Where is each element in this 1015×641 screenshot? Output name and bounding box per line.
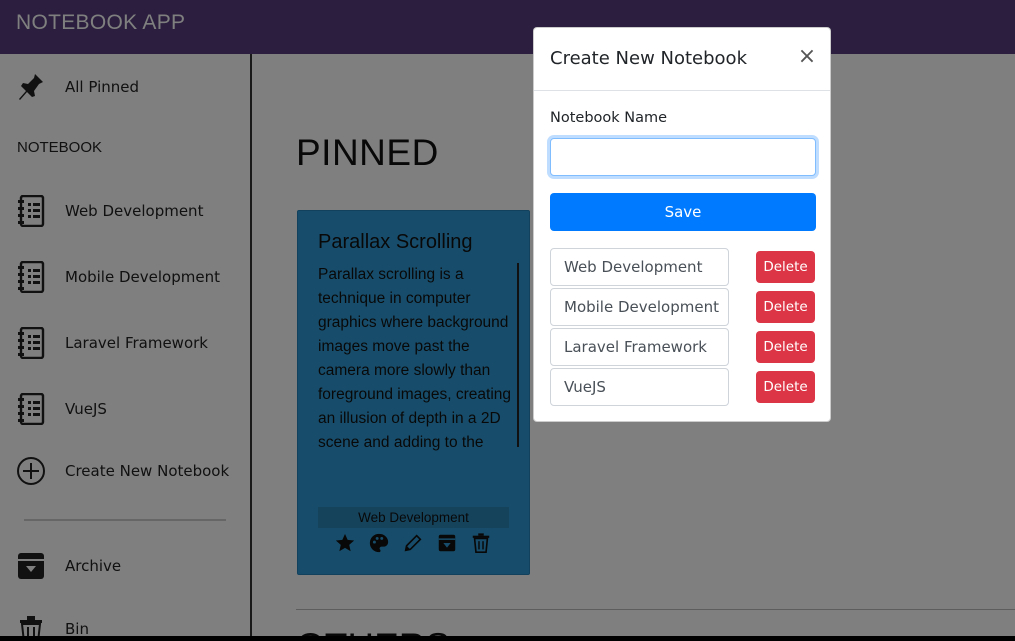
notebook-name-field[interactable]: VueJS: [550, 368, 729, 406]
bottom-edge: [0, 636, 1015, 641]
close-button[interactable]: ×: [796, 44, 818, 70]
save-button[interactable]: Save: [550, 193, 816, 231]
delete-button[interactable]: Delete: [756, 371, 815, 403]
notebook-name-input[interactable]: [550, 138, 816, 176]
notebook-row: VueJS Delete: [550, 368, 816, 406]
notebook-name-field[interactable]: Laravel Framework: [550, 328, 729, 366]
notebook-name-label: Notebook Name: [550, 110, 668, 126]
modal-title: Create New Notebook: [550, 48, 747, 69]
notebook-row: Mobile Development Delete: [550, 288, 816, 326]
notebook-row: Laravel Framework Delete: [550, 328, 816, 366]
notebook-name-field[interactable]: Web Development: [550, 248, 729, 286]
delete-button[interactable]: Delete: [756, 331, 815, 363]
delete-button[interactable]: Delete: [756, 291, 815, 323]
notebook-row: Web Development Delete: [550, 248, 816, 286]
modal-backdrop[interactable]: [0, 0, 1015, 641]
delete-button[interactable]: Delete: [756, 251, 815, 283]
notebook-name-field[interactable]: Mobile Development: [550, 288, 729, 326]
create-notebook-modal: Create New Notebook × Notebook Name Save…: [533, 27, 831, 422]
modal-header: Create New Notebook ×: [534, 28, 830, 91]
